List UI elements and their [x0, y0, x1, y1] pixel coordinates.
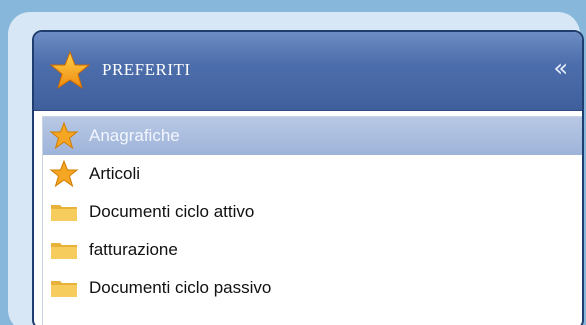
favorites-list: Anagrafiche Articoli Documenti ciclo att…	[42, 116, 582, 325]
list-item[interactable]: Documenti ciclo attivo	[43, 193, 582, 231]
list-item[interactable]: fatturazione	[43, 231, 582, 269]
list-item-label: fatturazione	[89, 240, 178, 259]
panel-header: PREFERITI «	[34, 32, 582, 111]
list-item-label: Anagrafiche	[89, 126, 180, 145]
panel-title: PREFERITI	[102, 60, 191, 79]
star-icon	[50, 50, 90, 90]
folder-icon	[51, 281, 77, 297]
star-icon	[49, 121, 79, 150]
collapse-button[interactable]: «	[553, 56, 568, 80]
list-item-label: Documenti ciclo attivo	[89, 202, 255, 221]
list-item-label: Documenti ciclo passivo	[89, 278, 272, 297]
list-item-label: Articoli	[89, 164, 141, 183]
list-item[interactable]: Articoli	[43, 155, 582, 193]
folder-icon	[51, 243, 77, 259]
favorites-panel: PREFERITI « Anagrafiche Articoli Documen…	[32, 30, 584, 325]
star-icon	[49, 159, 79, 188]
list-item[interactable]: Documenti ciclo passivo	[43, 269, 582, 307]
list-item[interactable]: Anagrafiche	[43, 117, 582, 155]
folder-icon	[51, 205, 77, 221]
